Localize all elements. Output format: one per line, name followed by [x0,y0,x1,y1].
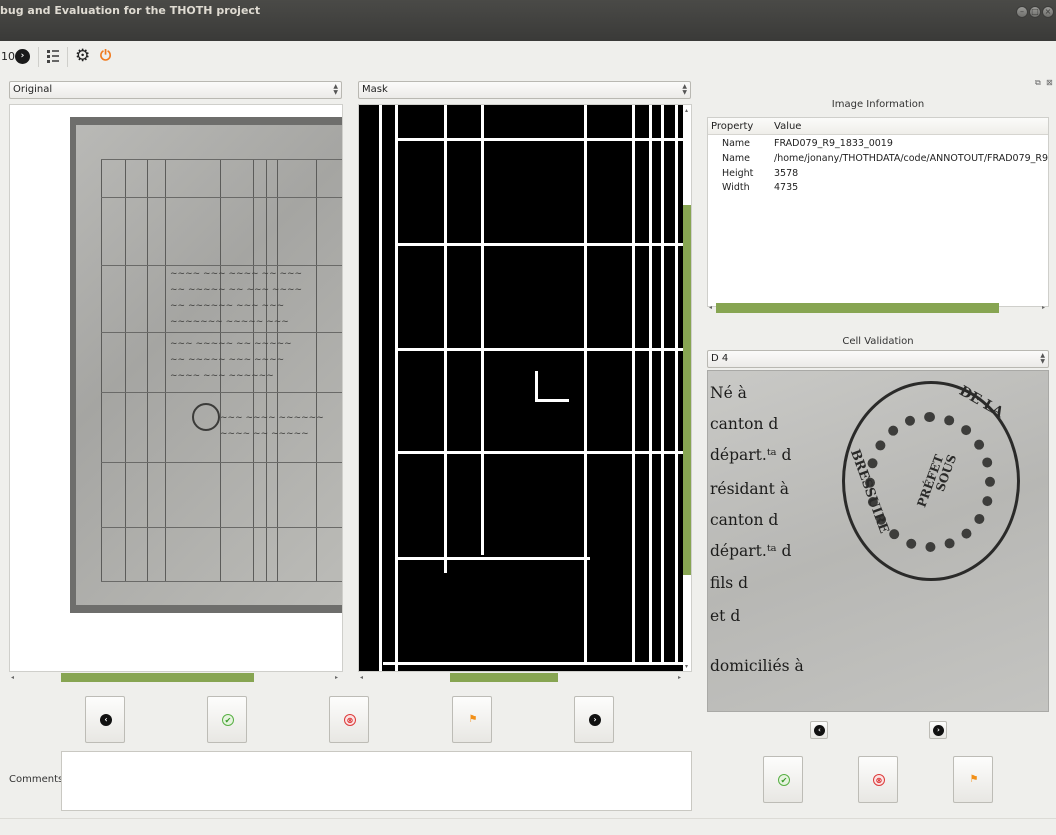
cross-icon: ⊗ [873,774,885,786]
cell-select-value: D 4 [711,353,729,364]
original-scroll-thumb[interactable] [61,673,254,682]
image-counter: 10 [1,50,15,63]
table-row[interactable]: Width 4735 [708,182,1048,196]
status-bar [0,818,1056,835]
comments-label: Comments: [9,774,67,785]
cell-validation-title: Cell Validation [842,336,914,347]
column-value[interactable]: Value [774,121,801,132]
maximize-button[interactable]: □ [1029,6,1041,18]
accept-button[interactable]: ✔ [207,696,247,743]
original-view-select-value: Original [13,84,53,95]
toolbar: 10 › ⚙ ⏻ [0,41,1056,73]
power-icon[interactable]: ⏻ [100,47,111,65]
flag-icon: ⚑ [468,714,478,725]
cell-text-line: fils d [710,574,749,592]
image-info-horizontal-scrollbar[interactable]: ◂ ▸ [708,303,1048,316]
image-info-title: Image Information [831,99,925,110]
mask-view-select[interactable]: Mask ▲ ▼ [358,81,691,99]
chevron-right-icon: › [933,725,944,736]
table-row[interactable]: Height 3578 [708,168,1048,182]
table-row[interactable]: Name FRAD079_R9_1833_0019 [708,138,1048,152]
mask-horizontal-scrollbar[interactable]: ◂ ▸ [358,672,692,682]
cell-text-line: départ.ᵗᵃ d [710,542,792,560]
reject-button[interactable]: ⊗ [329,696,369,743]
cell-text-line: Né à [710,384,747,402]
cell-text-line: et d [710,607,741,625]
toolbar-separator [38,47,39,67]
mask-view-select-value: Mask [362,84,388,95]
check-icon: ✔ [778,774,790,786]
chevron-updown-icon: ▲ ▼ [333,83,338,96]
table-row[interactable]: Name /home/jonany/THOTHDATA/code/ANNOTOU… [708,153,1048,167]
image-info-table: Property Value Name FRAD079_R9_1833_0019… [707,117,1049,313]
cell-reject-button[interactable]: ⊗ [858,756,898,803]
comments-input[interactable] [62,752,691,810]
stamp-icon [192,403,220,431]
cross-icon: ⊗ [344,714,356,726]
dock-float-icon[interactable]: ⧉ [1035,78,1041,88]
next-button[interactable]: › [574,696,614,743]
original-image-view[interactable]: ~~~~ ~~~ ~~~~ ~~ ~~~ ~~ ~~~~~ ~~ ~~~ ~~~… [9,104,343,672]
gear-icon[interactable]: ⚙ [75,46,90,66]
cell-text-line: domiciliés à [710,657,804,675]
original-horizontal-scrollbar[interactable]: ◂ ▸ [9,672,343,682]
toolbar-separator [67,47,68,67]
chevron-updown-icon: ▲ ▼ [1040,352,1045,365]
mask-image-view[interactable]: ▴ ▾ [358,104,692,672]
original-view-select[interactable]: Original ▲ ▼ [9,81,342,99]
window-title: bug and Evaluation for the THOTH project [0,4,261,17]
minimize-button[interactable]: – [1016,6,1028,18]
mask-vertical-scroll-thumb[interactable] [683,205,691,575]
previous-button[interactable]: ‹ [85,696,125,743]
cell-next-button[interactable]: › [929,721,947,739]
cell-text-line: canton d [710,511,779,529]
close-button[interactable]: × [1042,6,1054,18]
document-image: ~~~~ ~~~ ~~~~ ~~ ~~~ ~~ ~~~~~ ~~ ~~~ ~~~… [70,117,342,613]
mask-scroll-thumb[interactable] [450,673,558,682]
list-icon[interactable] [47,49,59,65]
next-image-icon[interactable]: › [15,49,30,64]
chevron-left-icon: ‹ [100,714,112,726]
image-info-scroll-thumb[interactable] [716,303,999,313]
flag-button[interactable]: ⚑ [452,696,492,743]
dock-close-icon[interactable]: ⊠ [1046,78,1053,87]
title-bar: bug and Evaluation for the THOTH project… [0,0,1056,41]
chevron-left-icon: ‹ [814,725,825,736]
chevron-updown-icon: ▲ ▼ [682,83,687,96]
cell-text-line: résidant à [710,480,790,498]
cell-text-line: canton d [710,415,779,433]
cell-previous-button[interactable]: ‹ [810,721,828,739]
image-info-header: Property Value [708,118,1048,135]
cell-flag-button[interactable]: ⚑ [953,756,993,803]
cell-image: Né à canton d départ.ᵗᵃ d résidant à can… [707,370,1049,712]
comments-box [61,751,692,811]
cell-text-line: départ.ᵗᵃ d [710,446,792,464]
chevron-right-icon: › [589,714,601,726]
flag-icon: ⚑ [969,774,979,785]
check-icon: ✔ [222,714,234,726]
seal-stamp: DE LA SOUS PRÉFET BRESSUIRE [842,381,1020,581]
cell-accept-button[interactable]: ✔ [763,756,803,803]
mask-image [359,105,683,671]
column-property[interactable]: Property [711,121,753,132]
cell-select[interactable]: D 4 ▲ ▼ [707,350,1049,368]
